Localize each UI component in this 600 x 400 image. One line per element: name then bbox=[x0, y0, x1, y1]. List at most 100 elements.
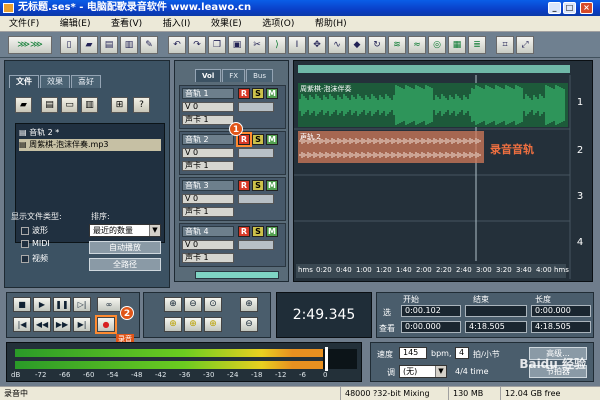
import-file-icon[interactable]: ▤ bbox=[41, 97, 58, 113]
split-icon[interactable]: ⟩ bbox=[268, 36, 286, 54]
go-start-icon[interactable]: |◀ bbox=[13, 317, 31, 332]
mute-button[interactable]: M bbox=[266, 226, 278, 237]
view-end-field[interactable]: 4:18.505 bbox=[465, 321, 527, 333]
track-view-icon[interactable]: ≋ bbox=[388, 36, 406, 54]
play-icon[interactable]: ▶ bbox=[33, 297, 51, 312]
track-name[interactable]: 音轨 3 bbox=[182, 180, 234, 191]
file-item[interactable]: ▤ 音轨 2 * bbox=[19, 127, 161, 139]
mix-view-icon[interactable]: ≈ bbox=[408, 36, 426, 54]
pan-field[interactable] bbox=[238, 240, 274, 250]
view-length-field[interactable]: 4:18.505 bbox=[531, 321, 591, 333]
minimize-button[interactable]: _ bbox=[548, 2, 561, 14]
zoom-out-icon[interactable]: ⊖ bbox=[184, 297, 202, 312]
eq-view-icon[interactable]: ▦ bbox=[448, 36, 466, 54]
mute-button[interactable]: M bbox=[266, 180, 278, 191]
key-select[interactable]: (无) ▼ bbox=[399, 365, 447, 378]
fast-forward-icon[interactable]: ▶▶ bbox=[53, 317, 71, 332]
tab-fx[interactable]: FX bbox=[222, 69, 246, 82]
volume-field[interactable]: V 0 bbox=[182, 148, 234, 158]
tab-favorites[interactable]: 喜好 bbox=[71, 75, 101, 88]
envelope-icon[interactable]: ∿ bbox=[328, 36, 346, 54]
type-video-checkbox[interactable]: 视频 bbox=[21, 253, 48, 264]
full-path-button[interactable]: 全路径 bbox=[89, 258, 161, 271]
stop-icon[interactable]: ■ bbox=[13, 297, 31, 312]
sel-length-field[interactable]: 0:00.000 bbox=[531, 305, 591, 317]
close-button[interactable]: × bbox=[580, 2, 593, 14]
type-wave-checkbox[interactable]: 波形 bbox=[21, 225, 48, 236]
redo-icon[interactable]: ↷ bbox=[188, 36, 206, 54]
menu-edit[interactable]: 编辑(E) bbox=[51, 16, 100, 32]
volume-field[interactable]: V 0 bbox=[182, 194, 234, 204]
beats-input[interactable]: 4 bbox=[455, 347, 469, 359]
paste-icon[interactable]: ▣ bbox=[228, 36, 246, 54]
menu-help[interactable]: 帮助(H) bbox=[306, 16, 356, 32]
solo-button[interactable]: S bbox=[252, 180, 264, 191]
copy-icon[interactable]: ❐ bbox=[208, 36, 226, 54]
cd-view-icon[interactable]: ◎ bbox=[428, 36, 446, 54]
maximize-button[interactable]: □ bbox=[563, 2, 576, 14]
time-select-icon[interactable]: I bbox=[288, 36, 306, 54]
solo-button[interactable]: S bbox=[252, 134, 264, 145]
snap-icon[interactable]: ⌗ bbox=[496, 36, 514, 54]
menu-insert[interactable]: 插入(I) bbox=[154, 16, 200, 32]
track-name[interactable]: 音轨 4 bbox=[182, 226, 234, 237]
record-arm-button[interactable]: R bbox=[238, 88, 250, 99]
type-midi-checkbox[interactable]: MIDI bbox=[21, 239, 50, 248]
output-field[interactable]: 声卡 1 bbox=[182, 161, 234, 171]
record-arm-button[interactable]: R bbox=[238, 180, 250, 191]
go-end-icon[interactable]: ▶| bbox=[73, 317, 91, 332]
menu-effects[interactable]: 效果(E) bbox=[202, 16, 251, 32]
volume-field[interactable]: V 0 bbox=[182, 240, 234, 250]
zoom-right-icon[interactable]: ⊕ bbox=[184, 317, 202, 332]
import-icon[interactable]: ✎ bbox=[140, 36, 158, 54]
zoom-in-icon[interactable]: ⊕ bbox=[164, 297, 182, 312]
zoom-vertical-in-icon[interactable]: ⊕ bbox=[240, 297, 258, 312]
cut-icon[interactable]: ✂ bbox=[248, 36, 266, 54]
mute-button[interactable]: M bbox=[266, 134, 278, 145]
record-arm-button[interactable]: R bbox=[238, 226, 250, 237]
mute-button[interactable]: M bbox=[266, 88, 278, 99]
edit-file-icon[interactable]: ▥ bbox=[81, 97, 98, 113]
time-ruler[interactable]: hms 0:20 0:40 1:00 1:20 1:40 2:00 2:20 2… bbox=[296, 264, 569, 278]
menu-options[interactable]: 选项(O) bbox=[253, 16, 303, 32]
loop-play-icon[interactable]: ∞ bbox=[97, 297, 121, 312]
zoom-left-icon[interactable]: ⊕ bbox=[164, 317, 182, 332]
track-scrollbar[interactable] bbox=[195, 271, 279, 279]
marker-icon[interactable]: ◆ bbox=[348, 36, 366, 54]
track-name[interactable]: 音轨 2 bbox=[182, 134, 234, 145]
menu-view[interactable]: 查看(V) bbox=[102, 16, 151, 32]
pause-icon[interactable]: ❚❚ bbox=[53, 297, 71, 312]
waveform-mode-icon[interactable]: ⋙⋙ bbox=[8, 36, 52, 54]
sort-select[interactable]: 最近的数量 ▼ bbox=[89, 224, 161, 237]
pan-field[interactable] bbox=[238, 148, 274, 158]
menu-file[interactable]: 文件(F) bbox=[0, 16, 48, 32]
move-icon[interactable]: ✥ bbox=[308, 36, 326, 54]
auto-play-button[interactable]: 自动播放 bbox=[89, 241, 161, 254]
output-field[interactable]: 声卡 1 bbox=[182, 207, 234, 217]
insert-icon[interactable]: ⊞ bbox=[111, 97, 128, 113]
help-icon[interactable]: ? bbox=[133, 97, 150, 113]
sel-start-field[interactable]: 0:00.102 bbox=[401, 305, 461, 317]
sel-end-field[interactable] bbox=[465, 305, 527, 317]
tab-bus[interactable]: Bus bbox=[246, 69, 273, 82]
save-all-icon[interactable]: ▥ bbox=[120, 36, 138, 54]
save-icon[interactable]: ▤ bbox=[100, 36, 118, 54]
rewind-icon[interactable]: ◀◀ bbox=[33, 317, 51, 332]
tab-vol[interactable]: Vol bbox=[195, 69, 222, 82]
pan-field[interactable] bbox=[238, 194, 274, 204]
tab-effects[interactable]: 效果 bbox=[40, 75, 70, 88]
tempo-input[interactable]: 145 bbox=[399, 347, 427, 359]
solo-button[interactable]: S bbox=[252, 226, 264, 237]
fx-view-icon[interactable]: ≣ bbox=[468, 36, 486, 54]
zoom-full-icon[interactable]: ⊙ bbox=[204, 297, 222, 312]
record-arm-button[interactable]: R bbox=[238, 134, 250, 145]
waveform-canvas[interactable] bbox=[294, 61, 594, 283]
volume-field[interactable]: V 0 bbox=[182, 102, 234, 112]
track-name[interactable]: 音轨 1 bbox=[182, 88, 234, 99]
loop-icon[interactable]: ↻ bbox=[368, 36, 386, 54]
view-start-field[interactable]: 0:00.000 bbox=[401, 321, 461, 333]
record-button[interactable]: ● bbox=[97, 317, 115, 332]
output-field[interactable]: 声卡 1 bbox=[182, 253, 234, 263]
output-field[interactable]: 声卡 1 bbox=[182, 115, 234, 125]
solo-button[interactable]: S bbox=[252, 88, 264, 99]
